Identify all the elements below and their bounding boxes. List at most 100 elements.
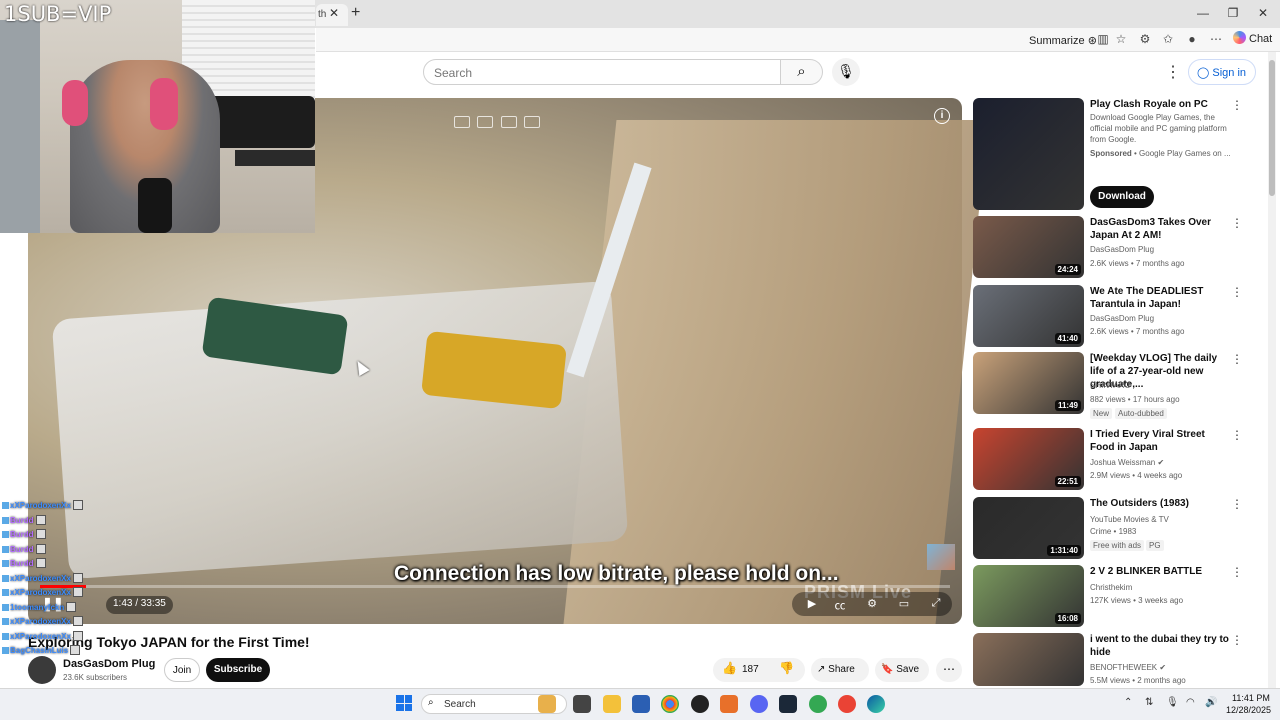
mic-tray-icon[interactable]: 🎙 bbox=[1166, 697, 1179, 708]
wifi-icon[interactable]: ◠ bbox=[1186, 697, 1195, 708]
voice-search-button[interactable]: 🎙 bbox=[832, 58, 860, 86]
info-icon[interactable]: i bbox=[934, 108, 950, 124]
save-button[interactable]: 🔖 Save bbox=[875, 658, 929, 682]
video-thumbnail[interactable]: 16:08 bbox=[973, 565, 1084, 627]
close-window-icon[interactable]: ✕ bbox=[1248, 6, 1278, 20]
more-actions-icon[interactable]: ⋯ bbox=[936, 658, 962, 682]
duration-badge: 22:51 bbox=[1054, 476, 1081, 487]
video-thumbnail[interactable]: 41:40 bbox=[973, 285, 1084, 347]
more-options-icon[interactable]: ⋮ bbox=[1231, 497, 1243, 511]
captions-icon[interactable]: ㏄ bbox=[832, 597, 848, 612]
miniplayer-icon[interactable]: ▭ bbox=[896, 597, 912, 611]
app-icon[interactable] bbox=[691, 695, 709, 713]
recommendation-item[interactable]: 22:51 I Tried Every Viral Street Food in… bbox=[973, 428, 1253, 490]
more-options-icon[interactable]: ⋮ bbox=[1165, 62, 1181, 82]
subscribe-button[interactable]: Subscribe bbox=[206, 658, 270, 682]
fullscreen-icon[interactable]: ⤢ bbox=[928, 597, 944, 611]
headphones bbox=[150, 78, 178, 130]
more-options-icon[interactable]: ⋮ bbox=[1231, 352, 1243, 366]
video-overlay-icon[interactable] bbox=[501, 116, 517, 128]
recommendation-item[interactable]: 11:49 [Weekday VLOG] The daily life of a… bbox=[973, 352, 1253, 419]
tray-expand-icon[interactable]: ⌃ bbox=[1124, 697, 1132, 708]
search-icon: ⌕ bbox=[797, 63, 806, 80]
video-thumbnail[interactable]: 22:51 bbox=[973, 428, 1084, 490]
thumbs-up-icon[interactable]: 👍 bbox=[722, 661, 737, 675]
duration-badge: 41:40 bbox=[1054, 333, 1081, 344]
app-icon[interactable] bbox=[838, 695, 856, 713]
more-options-icon[interactable]: ⋮ bbox=[1231, 633, 1243, 647]
rec-channel: YouTube Movies & TV bbox=[1090, 515, 1169, 524]
video-thumbnail[interactable] bbox=[973, 633, 1084, 686]
bookmark-icon: 🔖 bbox=[881, 664, 897, 675]
search-input[interactable]: Search bbox=[423, 59, 781, 85]
duration-badge: 11:49 bbox=[1054, 400, 1081, 411]
more-options-icon[interactable]: ⋮ bbox=[1231, 98, 1243, 112]
rec-meta: 127K views • 3 weeks ago bbox=[1090, 596, 1184, 605]
chat-username: BagChasinLuis bbox=[10, 646, 69, 655]
store-icon[interactable] bbox=[632, 695, 650, 713]
chat-emote-icon bbox=[72, 630, 83, 641]
discord-icon[interactable] bbox=[750, 695, 768, 713]
video-overlay-icon[interactable] bbox=[477, 116, 493, 128]
steam-icon[interactable] bbox=[779, 695, 797, 713]
rec-channel-name: Joshua Weissman bbox=[1090, 458, 1156, 467]
widgets-icon[interactable] bbox=[538, 695, 556, 713]
favorite-star-icon[interactable]: ☆ bbox=[1112, 32, 1130, 48]
thumbs-down-icon[interactable]: 👎 bbox=[779, 661, 794, 675]
recommendation-item[interactable]: 1:31:40 The Outsiders (1983) YouTube Mov… bbox=[973, 497, 1253, 559]
close-tab-icon[interactable]: ✕ bbox=[329, 6, 339, 20]
network-icon[interactable]: ⇅ bbox=[1145, 697, 1153, 708]
summarize-button[interactable]: Summarize ⊛ bbox=[1029, 34, 1097, 47]
profile-icon[interactable]: ● bbox=[1183, 32, 1201, 48]
split-screen-icon[interactable]: ▥ bbox=[1094, 32, 1112, 48]
new-tab-icon[interactable]: + bbox=[351, 4, 360, 22]
clock-date[interactable]: 12/28/2025 bbox=[1226, 705, 1271, 715]
app-icon[interactable] bbox=[720, 695, 738, 713]
autoplay-icon[interactable]: ▶ bbox=[804, 597, 820, 611]
chat-emote-icon bbox=[70, 645, 81, 655]
volume-icon[interactable]: 🔊 bbox=[1205, 697, 1217, 708]
recommendation-item[interactable]: i went to the dubai they try to hide BEN… bbox=[973, 633, 1253, 686]
share-button[interactable]: ↗ Share bbox=[811, 658, 869, 682]
minimize-icon[interactable]: — bbox=[1188, 6, 1218, 20]
chat-message: xXParodoxenXx bbox=[2, 587, 83, 597]
clock-time[interactable]: 11:41 PM bbox=[1232, 693, 1270, 703]
chrome-icon[interactable] bbox=[661, 695, 679, 713]
recommendation-item[interactable]: 16:08 2 V 2 BLINKER BATTLE Christhekim 1… bbox=[973, 565, 1253, 627]
browser-menu-icon[interactable]: ⋯ bbox=[1207, 32, 1225, 48]
start-button[interactable] bbox=[396, 695, 412, 711]
translate-icon[interactable] bbox=[524, 116, 540, 128]
restore-icon[interactable]: ❐ bbox=[1218, 6, 1248, 20]
recommendation-item[interactable]: 24:24 DasGasDom3 Takes Over Japan At 2 A… bbox=[973, 216, 1253, 278]
copilot-chat-button[interactable]: Chat bbox=[1233, 31, 1272, 45]
task-view-icon[interactable] bbox=[573, 695, 591, 713]
more-options-icon[interactable]: ⋮ bbox=[1231, 428, 1243, 442]
more-options-icon[interactable]: ⋮ bbox=[1231, 285, 1243, 299]
headphones bbox=[62, 80, 88, 126]
progress-bar[interactable] bbox=[40, 585, 950, 588]
sign-in-button[interactable]: ◯ Sign in bbox=[1188, 59, 1256, 85]
scrollbar-thumb[interactable] bbox=[1269, 60, 1275, 196]
app-icon[interactable] bbox=[809, 695, 827, 713]
more-options-icon[interactable]: ⋮ bbox=[1231, 565, 1243, 579]
video-thumbnail[interactable]: 1:31:40 bbox=[973, 497, 1084, 559]
chat-message: xXParodoxenXx bbox=[2, 630, 83, 641]
rec-meta: Crime • 1983 bbox=[1090, 527, 1137, 536]
rec-meta: 5.5M views • 2 months ago bbox=[1090, 676, 1186, 685]
picture-in-picture-icon[interactable] bbox=[454, 116, 470, 128]
file-explorer-icon[interactable] bbox=[603, 695, 621, 713]
extensions-icon[interactable]: ⚙ bbox=[1136, 32, 1154, 48]
favorites-icon[interactable]: ✩ bbox=[1159, 32, 1177, 48]
ad-thumbnail[interactable] bbox=[973, 98, 1084, 210]
recommendation-ad[interactable]: Play Clash Royale on PC Download Google … bbox=[973, 98, 1253, 210]
settings-gear-icon[interactable]: ⚙ bbox=[864, 597, 880, 611]
download-button[interactable]: Download bbox=[1090, 186, 1154, 208]
edge-icon[interactable] bbox=[867, 695, 885, 713]
video-thumbnail[interactable]: 24:24 bbox=[973, 216, 1084, 278]
more-options-icon[interactable]: ⋮ bbox=[1231, 216, 1243, 230]
chat-emote-icon bbox=[35, 543, 46, 554]
video-thumbnail[interactable]: 11:49 bbox=[973, 352, 1084, 414]
recommendation-item[interactable]: 41:40 We Ate The DEADLIEST Tarantula in … bbox=[973, 285, 1253, 347]
search-button[interactable]: ⌕ bbox=[781, 59, 823, 85]
join-button[interactable]: Join bbox=[164, 658, 200, 682]
